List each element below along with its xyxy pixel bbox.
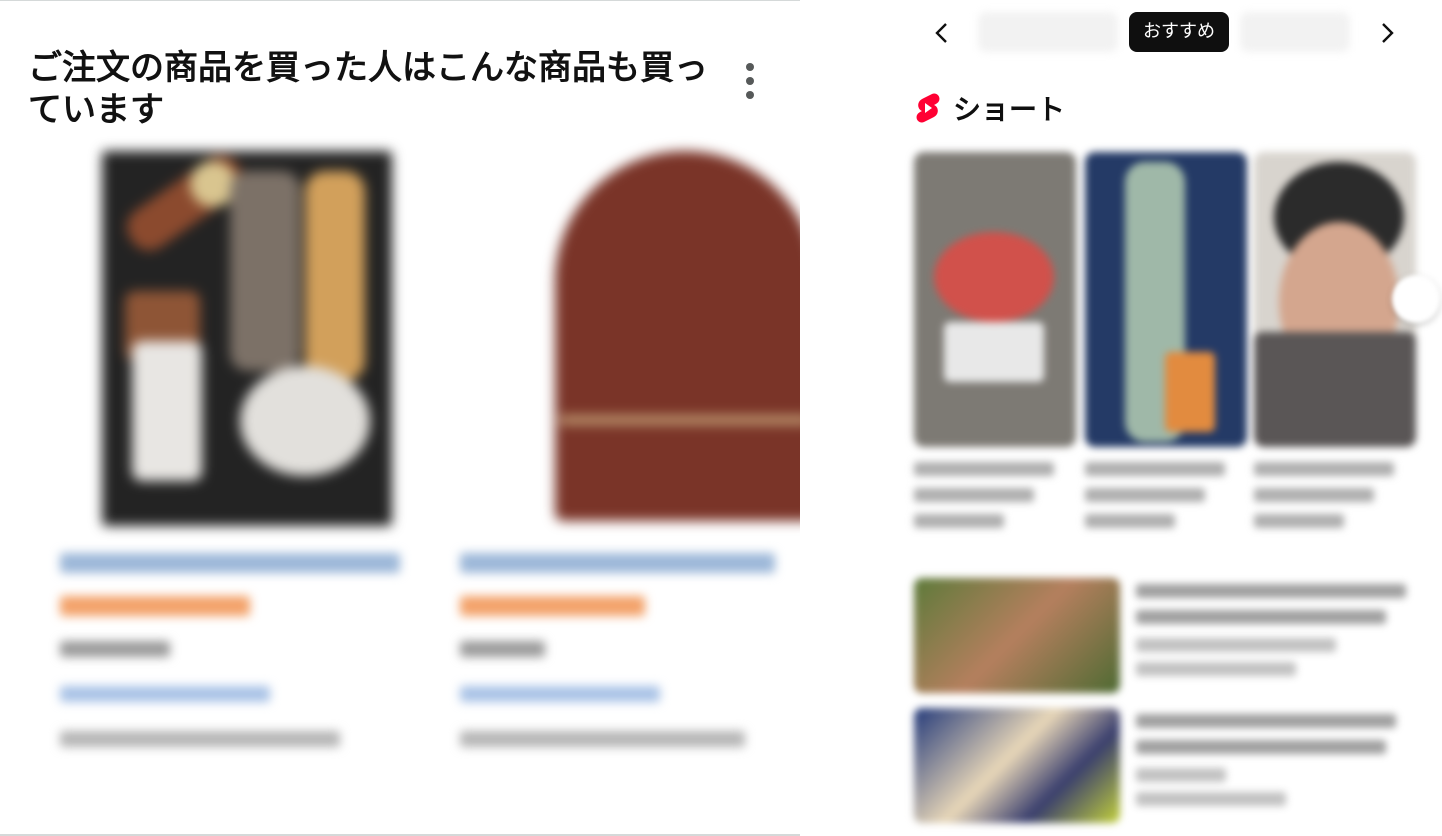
filter-chip[interactable] — [1240, 12, 1350, 52]
product-image[interactable] — [90, 141, 392, 531]
recommendation-panel: ご注文の商品を買った人はこんな商品も買っています — [0, 0, 815, 836]
product-image[interactable] — [495, 141, 815, 531]
product-title-blurred[interactable] — [60, 553, 400, 573]
video-list-item[interactable] — [914, 708, 1434, 823]
delivery-link-blurred[interactable] — [60, 686, 270, 702]
delivery-link-blurred[interactable] — [460, 686, 660, 702]
chevron-right-icon[interactable] — [1372, 18, 1402, 48]
shorts-header: ショート — [915, 88, 1065, 128]
short-video-card[interactable] — [1085, 152, 1247, 447]
chevron-right-icon[interactable] — [1392, 275, 1440, 323]
video-thumbnail[interactable] — [914, 578, 1120, 693]
product-card[interactable] — [455, 141, 815, 771]
filter-chip[interactable] — [978, 12, 1118, 52]
filter-chip-recommended[interactable]: おすすめ — [1129, 12, 1229, 52]
product-title-blurred[interactable] — [460, 553, 775, 573]
video-thumbnail[interactable] — [914, 708, 1120, 823]
kebab-menu-icon[interactable] — [740, 63, 760, 107]
price-blurred — [460, 641, 545, 657]
short-video-meta[interactable] — [914, 462, 1074, 540]
youtube-panel: おすすめ ショート — [800, 0, 1442, 836]
shorts-title: ショート — [953, 93, 1066, 126]
short-video-meta[interactable] — [1085, 462, 1245, 540]
recommendation-title: ご注文の商品を買った人はこんな商品も買っています — [28, 48, 708, 130]
short-video-meta[interactable] — [1254, 462, 1414, 540]
price-blurred — [60, 641, 170, 657]
rating-stars-blurred — [460, 596, 645, 616]
prime-info-blurred — [60, 731, 340, 747]
prime-info-blurred — [460, 731, 745, 747]
video-list-item[interactable] — [914, 578, 1434, 693]
rating-stars-blurred — [60, 596, 250, 616]
product-card[interactable] — [50, 141, 410, 771]
chevron-left-icon[interactable] — [927, 18, 957, 48]
short-video-card[interactable] — [914, 152, 1076, 447]
youtube-shorts-icon — [916, 93, 940, 123]
